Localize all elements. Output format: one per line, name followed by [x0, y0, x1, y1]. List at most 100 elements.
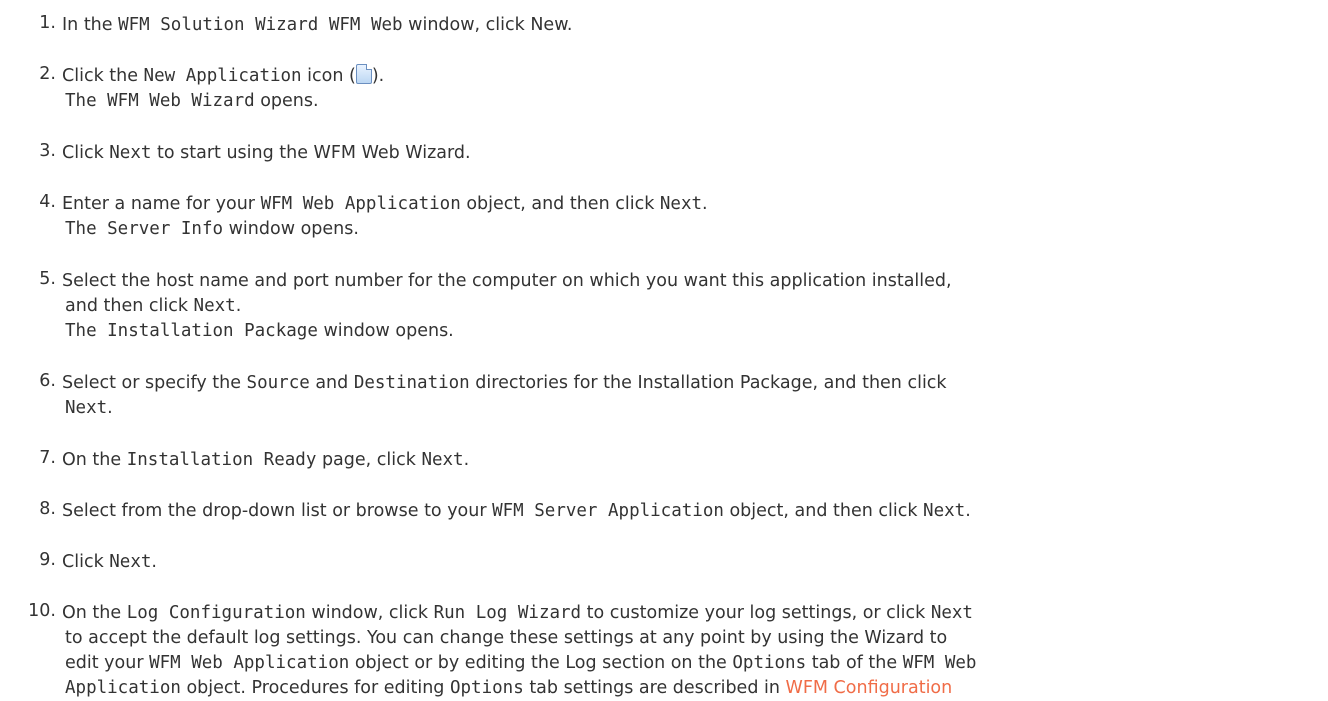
step-line: Click Next.: [62, 550, 1322, 575]
text-run: to start using the WFM Web Wizard.: [151, 143, 471, 163]
step-number: 5.: [39, 269, 56, 289]
ui-term: Options: [449, 678, 524, 698]
step-number: 6.: [39, 371, 56, 391]
text-run: window opens.: [223, 219, 359, 239]
step-line: Enter a name for your WFM Web Applicatio…: [62, 192, 1322, 217]
ui-term: Application: [65, 678, 181, 698]
text-run: and then click: [65, 296, 194, 316]
text-run: object, and then click: [723, 501, 924, 521]
text-run: Select the host name and port number for…: [62, 271, 952, 291]
step-text: Click the New Application icon (). The WF…: [62, 63, 1322, 114]
step-line: The Server Info window opens.: [62, 217, 1322, 242]
ui-term: Log Configuration: [126, 603, 306, 623]
text-run: .: [702, 194, 708, 214]
step-text: Select or specify the Source and Destina…: [62, 371, 1322, 421]
ui-term: Next: [930, 603, 973, 623]
text-run: window, click New.: [402, 15, 573, 35]
ui-term: The WFM Web Wizard: [65, 91, 255, 111]
step-text: On the Log Configuration window, click R…: [62, 601, 1322, 701]
ui-term: Next: [65, 398, 108, 418]
text-run: window, click: [305, 603, 434, 623]
text-run: .: [965, 501, 971, 521]
text-run: page, click: [316, 450, 422, 470]
text-run: .: [107, 398, 113, 418]
ui-term: Next: [659, 194, 703, 214]
ui-term: Destination: [353, 373, 470, 393]
new-document-icon: [355, 63, 373, 84]
step-line: Click the New Application icon ().: [62, 63, 1322, 89]
text-run: directories for the Installation Package…: [469, 373, 947, 393]
step-text: Enter a name for your WFM Web Applicatio…: [62, 192, 1322, 242]
step-line: On the Log Configuration window, click R…: [62, 601, 1322, 626]
step-number: 2.: [39, 64, 56, 84]
ui-term: Next: [923, 501, 966, 521]
step-line: Next.: [62, 396, 1322, 421]
step-line: Application object. Procedures for editi…: [62, 676, 1322, 701]
text-run: tab of the: [806, 653, 903, 673]
step-text: Click Next.: [62, 550, 1322, 575]
text-run: Select or specify the: [62, 373, 247, 393]
text-run: object, and then click: [460, 194, 660, 214]
ui-term: Source: [246, 373, 310, 393]
text-run: Enter a name for your: [62, 194, 261, 214]
step-text: In the WFM Solution Wizard WFM Web windo…: [62, 13, 1322, 38]
text-run: edit your: [65, 653, 150, 673]
step-line: to accept the default log settings. You …: [62, 626, 1322, 651]
step-number: 8.: [39, 499, 56, 519]
step-number: 10.: [28, 601, 56, 621]
ui-term: Next: [421, 450, 464, 470]
text-run: and: [309, 373, 354, 393]
step-line: and then click Next.: [62, 294, 1322, 319]
ui-term: Options: [732, 653, 807, 673]
text-run: Click: [62, 143, 110, 163]
ui-term: The Installation Package: [65, 321, 318, 341]
ui-term: WFM Web: [902, 653, 977, 673]
ui-term: WFM Solution Wizard WFM Web: [118, 15, 403, 35]
step-text: On the Installation Ready page, click Ne…: [62, 448, 1322, 473]
step-line: Click Next to start using the WFM Web Wi…: [62, 141, 1322, 166]
step-number: 1.: [39, 13, 56, 33]
text-run: On the: [62, 603, 127, 623]
step-line: The WFM Web Wizard opens.: [62, 89, 1322, 114]
text-run: .: [151, 552, 157, 572]
text-run: window opens.: [317, 321, 454, 341]
step-text: Click Next to start using the WFM Web Wi…: [62, 141, 1322, 166]
text-run: opens.: [254, 91, 319, 111]
text-run: .: [463, 450, 470, 470]
step-text: Select from the drop-down list or browse…: [62, 499, 1322, 524]
step-text: Select the host name and port number for…: [62, 269, 1322, 344]
step-line: Select from the drop-down list or browse…: [62, 499, 1322, 524]
text-run: to accept the default log settings. You …: [65, 628, 948, 648]
step-line: On the Installation Ready page, click Ne…: [62, 448, 1322, 473]
step-number: 7.: [39, 448, 56, 468]
ui-term: Next: [193, 296, 236, 316]
text-run: On the: [62, 450, 127, 470]
ui-term: Next: [109, 552, 152, 572]
text-run: Select from the drop-down list or browse…: [62, 501, 493, 521]
text-run: object or by editing the Log section on …: [349, 653, 733, 673]
step-line: Select or specify the Source and Destina…: [62, 371, 1322, 396]
step-line: Select the host name and port number for…: [62, 269, 1322, 294]
text-run: ).: [371, 66, 385, 86]
text-run: Click: [62, 552, 110, 572]
ui-term: WFM Server Application: [492, 501, 724, 521]
ui-term: Installation Ready: [126, 450, 317, 470]
ui-term: Next: [109, 143, 152, 163]
ui-term: WFM Web Application: [149, 653, 350, 673]
text-run: In the: [62, 15, 119, 35]
step-line: edit your WFM Web Application object or …: [62, 651, 1322, 676]
step-number: 4.: [39, 192, 56, 212]
text-run: .: [235, 296, 242, 316]
ui-term: The Server Info: [65, 219, 224, 239]
step-line: In the WFM Solution Wizard WFM Web windo…: [62, 13, 1322, 38]
text-run: icon (: [301, 66, 356, 86]
step-number: 9.: [39, 550, 56, 570]
text-run: object. Procedures for editing: [180, 678, 450, 698]
text-run: tab settings are described in: [523, 678, 786, 698]
ui-term: WFM Web Application: [260, 194, 461, 214]
step-number: 3.: [39, 141, 56, 161]
text-run: Click the: [62, 66, 144, 86]
doc-link[interactable]: WFM Configuration: [786, 678, 953, 698]
step-line: The Installation Package window opens.: [62, 319, 1322, 344]
ui-term: New Application: [143, 66, 302, 86]
